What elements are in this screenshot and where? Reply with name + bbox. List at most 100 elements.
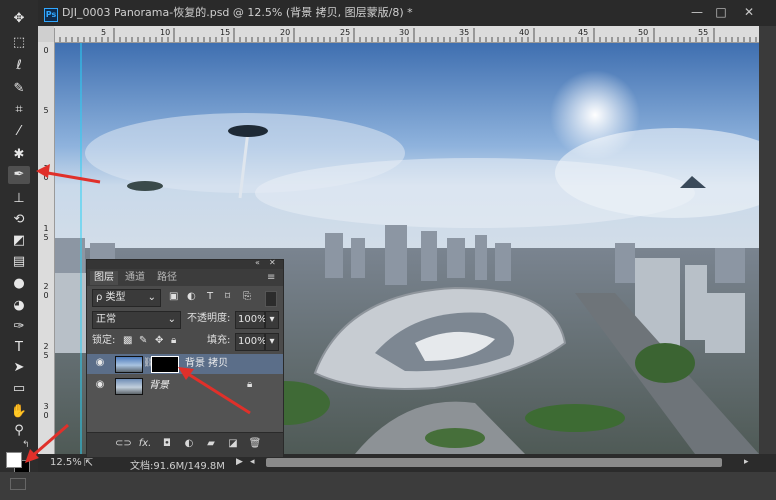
vertical-scrollbar[interactable] <box>759 26 776 454</box>
type-tool-icon[interactable]: T <box>8 339 30 357</box>
filter-toggle[interactable] <box>265 291 277 307</box>
ruler-label: 50 <box>638 28 649 37</box>
spot-heal-tool-icon[interactable]: ✱ <box>8 146 30 164</box>
export-icon[interactable]: ⇱ <box>84 456 93 469</box>
group-folder-icon[interactable]: ▰ <box>203 437 219 451</box>
minimize-button[interactable]: — <box>686 4 708 20</box>
ruler-origin[interactable] <box>38 26 54 42</box>
filter-smart-object-icon[interactable]: ⎘ <box>243 289 251 305</box>
horizontal-scroll-thumb[interactable] <box>266 458 722 467</box>
visibility-eye-icon[interactable]: ◉ <box>94 379 106 391</box>
maximize-button[interactable]: □ <box>710 4 732 20</box>
filter-kind-select[interactable]: ρ 类型 ⌄ <box>92 289 161 307</box>
fx-icon[interactable]: fx. <box>137 437 153 451</box>
layer-row-background[interactable]: ◉ 背景 🔒︎ <box>87 376 283 396</box>
filter-adjustment-icon[interactable]: ◐ <box>187 289 196 305</box>
layer-thumbnail <box>115 356 143 373</box>
bottom-area <box>0 472 776 500</box>
swap-colors-icon[interactable]: ↰ <box>22 440 30 450</box>
trash-icon[interactable]: 🗑︎ <box>247 437 263 451</box>
foreground-color-swatch[interactable] <box>6 452 22 468</box>
layer-row-background-copy[interactable]: ◉ ⛓ 背景 拷贝 <box>87 354 283 374</box>
horizontal-ruler[interactable]: 5 10 15 20 25 30 35 40 45 50 55 <box>54 26 759 43</box>
eyedropper-tool-icon[interactable]: ⁄ <box>8 123 30 141</box>
blend-mode-select[interactable]: 正常 ⌄ <box>92 311 181 329</box>
dodge-tool-icon[interactable]: ◕ <box>8 297 30 315</box>
tab-paths[interactable]: 路径 <box>157 271 177 285</box>
crop-tool-icon[interactable]: ⌗ <box>8 101 30 119</box>
opacity-input[interactable]: 100% <box>235 311 267 329</box>
ruler-label: 10 <box>160 28 171 37</box>
ruler-label: 25 <box>340 28 351 37</box>
quick-select-tool-icon[interactable]: ✎ <box>8 80 30 98</box>
document-tab-title[interactable]: DJI_0003 Panorama-恢复的.psd @ 12.5% (背景 拷贝… <box>62 4 413 22</box>
chevron-down-icon: ⌄ <box>147 292 156 303</box>
filter-kind-label: ρ 类型 <box>96 292 126 303</box>
lock-transparent-icon[interactable]: ▩ <box>123 333 132 349</box>
add-mask-icon[interactable]: ◘ <box>159 437 175 451</box>
layer-name[interactable]: 背景 <box>149 378 169 393</box>
marquee-tool-icon[interactable]: ⬚ <box>8 34 30 52</box>
shape-tool-icon[interactable]: ▭ <box>8 380 30 398</box>
zoom-tool-icon[interactable]: ⚲ <box>8 422 30 440</box>
link-layers-icon[interactable]: ⊂⊃ <box>115 437 132 451</box>
scroll-right-icon[interactable]: ▸ <box>744 457 749 467</box>
new-layer-icon[interactable]: ◪ <box>225 437 241 451</box>
filter-shape-icon[interactable]: ⌑ <box>225 289 230 305</box>
lock-position-icon[interactable]: ✥ <box>155 333 163 349</box>
panel-collapse-icon[interactable]: « <box>255 258 260 267</box>
brush-tool-icon[interactable]: ✒ <box>8 166 30 184</box>
layers-panel: « ✕ 图层 通道 路径 ≡ ρ 类型 ⌄ ▣ ◐ T ⌑ ⎘ 正常 ⌄ 不透明… <box>86 258 284 457</box>
ruler-label: 30 <box>399 28 410 37</box>
gradient-tool-icon[interactable]: ▤ <box>8 253 30 271</box>
lock-image-icon[interactable]: ✎ <box>139 333 147 349</box>
lasso-tool-icon[interactable]: ℓ <box>8 57 30 75</box>
blend-row: 正常 ⌄ 不透明度: 100% ▾ <box>87 309 283 331</box>
tab-channels[interactable]: 通道 <box>125 271 145 285</box>
ruler-label: 55 <box>698 28 709 37</box>
layer-mask-thumbnail[interactable] <box>151 356 179 373</box>
filter-pixel-icon[interactable]: ▣ <box>169 289 178 305</box>
panel-tab-bar: 图层 通道 路径 ≡ <box>87 269 283 286</box>
blend-mode-value: 正常 <box>96 314 116 325</box>
scroll-left-icon[interactable]: ◂ <box>250 457 255 467</box>
ruler-label: 0 <box>43 46 49 55</box>
layer-filter-row: ρ 类型 ⌄ ▣ ◐ T ⌑ ⎘ <box>87 287 283 309</box>
opacity-label: 不透明度: <box>187 313 231 324</box>
pen-tool-icon[interactable]: ✑ <box>8 318 30 336</box>
ruler-label: 3 0 <box>43 402 49 420</box>
hand-tool-icon[interactable]: ✋ <box>8 403 30 421</box>
opacity-dropdown-icon[interactable]: ▾ <box>265 311 279 329</box>
panel-menu-icon[interactable]: ≡ <box>267 271 275 285</box>
path-select-tool-icon[interactable]: ➤ <box>8 359 30 377</box>
filter-type-icon[interactable]: T <box>207 289 213 305</box>
panel-close-icon[interactable]: ✕ <box>269 258 276 267</box>
tab-layers[interactable]: 图层 <box>90 271 118 285</box>
ruler-label: 1 0 <box>43 164 49 182</box>
lock-label: 锁定: <box>92 335 116 346</box>
ruler-label: 1 5 <box>43 224 49 242</box>
adjustment-layer-icon[interactable]: ◐ <box>181 437 197 451</box>
lock-all-icon[interactable]: 🔒︎ <box>171 333 176 349</box>
panel-header[interactable]: « ✕ <box>87 258 283 269</box>
stamp-tool-icon[interactable]: ⊥ <box>8 190 30 208</box>
move-tool-icon[interactable]: ✥ <box>8 10 30 28</box>
layer-lock-icon: 🔒︎ <box>247 379 253 390</box>
close-button[interactable]: ✕ <box>738 4 760 20</box>
fill-input[interactable]: 100% <box>235 333 267 351</box>
blur-tool-icon[interactable]: ● <box>8 275 30 293</box>
ruler-label: 15 <box>220 28 231 37</box>
status-menu-arrow-icon[interactable]: ▶ <box>236 457 243 467</box>
ruler-label: 45 <box>578 28 589 37</box>
history-brush-tool-icon[interactable]: ⟲ <box>8 211 30 229</box>
document-size-info: 文档:91.6M/149.8M <box>130 461 225 472</box>
fill-dropdown-icon[interactable]: ▾ <box>265 333 279 351</box>
eraser-tool-icon[interactable]: ◩ <box>8 232 30 250</box>
vertical-ruler[interactable]: 0 5 1 0 1 5 2 0 2 5 3 0 <box>38 42 55 454</box>
zoom-level[interactable]: 12.5% <box>50 457 82 468</box>
layer-thumbnail <box>115 378 143 395</box>
visibility-eye-icon[interactable]: ◉ <box>94 357 106 369</box>
ruler-label: 20 <box>280 28 291 37</box>
quick-mask-icon[interactable] <box>10 478 26 490</box>
layer-name[interactable]: 背景 拷贝 <box>185 356 228 371</box>
